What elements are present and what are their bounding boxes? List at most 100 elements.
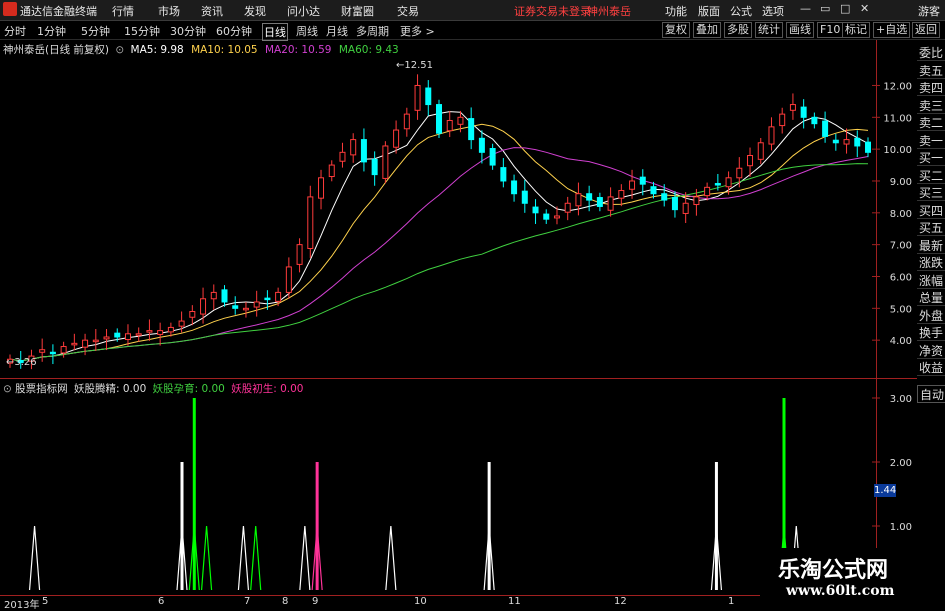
sub-y-tick-label: 1.00 (890, 522, 912, 533)
side-tab-14[interactable]: 总量 (917, 289, 945, 306)
candle-body (318, 177, 325, 199)
candle-body (167, 326, 174, 333)
side-tab-13[interactable]: 涨幅 (917, 272, 945, 289)
candle-body (200, 298, 207, 315)
candle-body (822, 120, 829, 137)
candle-body (275, 291, 282, 302)
high-price-label: ←12.51 (396, 60, 434, 71)
side-tab-12[interactable]: 涨跌 (917, 254, 945, 271)
candle-body (135, 333, 142, 336)
y-tick-label: 8.00 (890, 209, 912, 220)
sub-y-tick-label: 2.00 (890, 458, 912, 469)
candle-body (92, 339, 99, 343)
indicator-settings-icon[interactable]: ⊙ (3, 383, 12, 395)
candle-body (253, 301, 260, 308)
side-tab-8[interactable]: 买三 (917, 184, 945, 201)
candle-body (157, 330, 164, 335)
x-tick-label: 5 (42, 596, 49, 607)
side-tab-1[interactable]: 卖五 (917, 62, 945, 79)
signal-peak (299, 525, 311, 591)
candle-body (82, 339, 89, 348)
kline-chart[interactable]: 12.0011.0010.009.008.007.006.005.004.003… (0, 0, 945, 609)
candle-body (414, 84, 421, 111)
candle-body (800, 106, 807, 118)
candle-body (789, 104, 796, 111)
candle-body (500, 167, 507, 182)
candle-body (49, 351, 56, 355)
candle-body (768, 126, 775, 145)
side-tab-15[interactable]: 外盘 (917, 307, 945, 324)
auto-tab[interactable]: 自动 (917, 385, 945, 403)
y-tick-label: 12.00 (883, 81, 912, 92)
candle-body (468, 118, 475, 141)
candle-body (693, 196, 700, 206)
side-tab-3[interactable]: 卖三 (917, 97, 945, 114)
y-tick-label: 9.00 (890, 177, 912, 188)
candle-body (178, 320, 185, 327)
candle-body (39, 349, 46, 353)
side-tab-17[interactable]: 净资 (917, 342, 945, 359)
candle-body (210, 291, 217, 300)
side-tab-7[interactable]: 买二 (917, 167, 945, 184)
x-tick-label: 6 (158, 596, 165, 607)
candle-body (596, 197, 603, 207)
candle-body (564, 202, 571, 213)
y-tick-label: 4.00 (890, 336, 912, 347)
x-axis: 2013年 5 6 7 8 9 10 11 12 1 (0, 596, 870, 611)
candle-body (393, 129, 400, 148)
side-tab-18[interactable]: 收益 (917, 359, 945, 376)
x-tick-label: 10 (414, 596, 427, 607)
candle-body (382, 145, 389, 179)
side-tab-16[interactable]: 换手 (917, 324, 945, 341)
cursor-value-box: 1.44 (874, 484, 897, 497)
candle-body (124, 333, 131, 341)
candle-body (489, 148, 496, 166)
side-tab-11[interactable]: 最新 (917, 237, 945, 254)
y-tick-label: 7.00 (890, 241, 912, 252)
side-tab-9[interactable]: 买四 (917, 202, 945, 219)
candle-body (71, 342, 78, 346)
side-tab-6[interactable]: 买一 (917, 149, 945, 166)
indicator-info-line: ⊙ 股票指标网 妖股腾精: 0.00 妖股孕育: 0.00 妖股初生: 0.00 (3, 381, 303, 395)
signal-peak (28, 525, 41, 591)
side-tab-4[interactable]: 卖二 (917, 114, 945, 131)
side-tab-5[interactable]: 卖一 (917, 132, 945, 149)
candle-body (586, 193, 593, 201)
candle-body (478, 137, 485, 153)
candle-body (854, 137, 861, 147)
candle-body (60, 346, 67, 354)
watermark-url: www.60lt.com (786, 583, 895, 599)
candle-body (618, 190, 625, 199)
x-tick-label: 8 (282, 596, 289, 607)
candle-body (436, 104, 442, 134)
candle-body (296, 244, 303, 265)
indicator-l2: 妖股孕育: 0.00 (152, 383, 225, 395)
ma5-line (9, 111, 869, 362)
candle-body (607, 196, 614, 211)
candle-body (307, 196, 314, 249)
candle-body (661, 193, 668, 201)
candle-body (114, 332, 121, 338)
candle-body (532, 206, 539, 214)
candle-body (650, 186, 657, 195)
candle-body (350, 139, 357, 156)
candle-body (811, 116, 818, 125)
side-tab-2[interactable]: 卖四 (917, 79, 945, 96)
candle-body (425, 87, 432, 106)
candle-body (339, 151, 346, 162)
candle-body (403, 113, 410, 130)
signal-peak (250, 525, 262, 591)
y-tick-label: 11.00 (883, 113, 912, 124)
x-tick-label: 9 (312, 596, 319, 607)
indicator-l3: 妖股初生: 0.00 (231, 383, 304, 395)
side-tab-0[interactable]: 委比 (917, 44, 945, 61)
candle-body (360, 139, 367, 163)
x-tick-label: 12 (614, 596, 627, 607)
candle-body (221, 289, 228, 303)
candle-body (714, 183, 721, 186)
candle-body (639, 176, 646, 185)
x-tick-label: 1 (728, 596, 735, 607)
y-tick-label: 10.00 (883, 145, 912, 156)
indicator-source: 股票指标网 (15, 383, 68, 395)
side-tab-10[interactable]: 买五 (917, 219, 945, 236)
